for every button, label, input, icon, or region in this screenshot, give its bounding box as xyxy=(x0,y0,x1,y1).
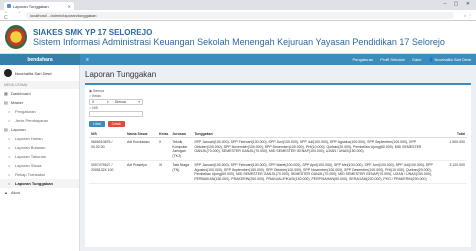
nav-link-pengaturan[interactable]: Pengaturan xyxy=(353,57,374,62)
sidebar-item-label: Rekap Transaksi xyxy=(15,172,45,177)
table-row: 0007475527 / 20051324 100 Adi Prasetyo XI T… xyxy=(89,160,467,184)
sidebar-menu-header: MENU UTAMA xyxy=(0,81,79,89)
menu-icon: ▤ xyxy=(4,100,8,105)
system-name: Sistem Informasi Administrasi Keuangan S… xyxy=(33,36,445,47)
report-box: ◉ Semua ○ Kelas X ▾ Semua ▾ ○ NIS Lihat … xyxy=(85,83,471,247)
sidebar-item-laporan-tunggakan[interactable]: ○ Laporan Tunggakan xyxy=(0,179,79,188)
menu-icon: ▦ xyxy=(4,91,8,96)
cell-kelas: X xyxy=(157,137,171,161)
kelas-select[interactable]: X ▾ Semua ▾ xyxy=(89,99,143,105)
sidebar-item-label: Laporan Tunggakan xyxy=(15,181,53,186)
sidebar-item-label: Laporan Bulanan xyxy=(15,145,46,150)
sidebar-item-rekap-transaksi[interactable]: ○ Rekap Transaksi xyxy=(0,170,79,179)
browser-tab[interactable]: Laporan Tunggakan ✕ xyxy=(4,2,74,10)
tab-title: Laporan Tunggakan xyxy=(13,3,49,9)
school-name: SIAKES SMK YP 17 SELOREJO xyxy=(33,27,153,37)
sidebar-item-jenis-pembayaran[interactable]: ○ Jenis Pembayaran xyxy=(0,116,79,125)
kelas-label-text: Kelas xyxy=(92,94,101,98)
sidebar-item-master[interactable]: ▤ Master xyxy=(0,98,79,107)
brand-label[interactable]: bendahara xyxy=(0,54,80,65)
cell-nama: Adi Kurniawan xyxy=(125,137,157,161)
circle-icon: ○ xyxy=(8,145,11,150)
sidebar-item-label: Laporan Siswa xyxy=(15,163,42,168)
show-button[interactable]: Lihat xyxy=(89,121,105,127)
cell-nama: Adi Prasetyo xyxy=(125,160,157,184)
nis-label: ○ NIS xyxy=(89,106,98,110)
sidebar-item-pengaturan[interactable]: ○ Pengaturan xyxy=(0,107,79,116)
sidebar: Noorhalita Sari Dewi MENU UTAMA ▦ Dashboa… xyxy=(0,65,80,251)
avatar xyxy=(4,69,12,77)
circle-icon: ○ xyxy=(8,163,11,168)
menu-icon: ▤ xyxy=(4,127,8,132)
sidebar-item-label: Dashboard xyxy=(11,91,31,96)
cell-total: 3.120.000 xyxy=(441,160,467,184)
nav-link-profil-sekolah[interactable]: Profil Sekolah xyxy=(380,57,405,62)
sidebar-item-label: Pengaturan xyxy=(15,109,36,114)
table-row: 0606010876 / 00.00.00 Adi Kurniawan X Tekni… xyxy=(89,137,467,161)
nav-user-menu[interactable]: 👤 Noorhalita Sari Dewi xyxy=(428,57,471,62)
kelas-label: ○ Kelas xyxy=(89,94,101,98)
arrears-table: NIS Nama Siswa Kelas Jurusan Tunggakan T… xyxy=(89,131,467,184)
circle-icon: ○ xyxy=(8,109,11,114)
nav-link-gakri[interactable]: Gakri xyxy=(412,57,422,62)
cell-tunggakan: SPP Januari(100.000), SPP Februari(100.0… xyxy=(192,137,441,161)
sidebar-user-name: Noorhalita Sari Dewi xyxy=(15,70,52,76)
nis-label-text: NIS xyxy=(92,106,98,110)
sidebar-item-label: Akun xyxy=(11,190,21,195)
sidebar-item-laporan[interactable]: ▤ Laporan xyxy=(0,125,79,134)
window-controls[interactable]: – ▢ ✕ xyxy=(444,1,473,7)
favicon-icon xyxy=(7,4,11,8)
top-navbar: bendahara ≡ Pengaturan Profil Sekolah Ga… xyxy=(0,54,476,65)
address-bar[interactable]: localhost/.../admin/laporan/tunggakan xyxy=(26,11,454,19)
sidebar-item-laporan-siswa[interactable]: ○ Laporan Siswa xyxy=(0,161,79,170)
menu-toggle-icon[interactable]: ≡ xyxy=(86,57,89,63)
cell-nis: 0606010876 / 00.00.00 xyxy=(89,137,125,161)
nis-input[interactable] xyxy=(89,111,143,117)
chevron-down-icon: ▾ xyxy=(106,100,109,104)
kelas-value: X xyxy=(92,100,95,104)
sidebar-user: Noorhalita Sari Dewi xyxy=(0,69,79,81)
sidebar-item-laporan-harian[interactable]: ○ Laporan Harian xyxy=(0,134,79,143)
browser-menu-icons[interactable]: ☆ ⋮ xyxy=(454,13,472,18)
circle-icon: ○ xyxy=(8,136,11,141)
jurusan-value: Semua xyxy=(114,100,126,104)
sidebar-item-label: Master xyxy=(11,100,24,105)
print-button[interactable]: Cetak xyxy=(107,121,125,127)
circle-icon: ○ xyxy=(8,154,11,159)
sidebar-item-akun[interactable]: ▲ Akun xyxy=(0,188,79,197)
chevron-down-icon: ▾ xyxy=(138,100,140,104)
nav-buttons[interactable]: ← → C xyxy=(4,9,26,21)
menu-icon: ▲ xyxy=(4,190,8,195)
sidebar-item-laporan-tahunan[interactable]: ○ Laporan Tahunan xyxy=(0,152,79,161)
circle-icon: ○ xyxy=(8,172,11,177)
browser-tab-strip: Laporan Tunggakan ✕ – ▢ ✕ xyxy=(0,0,476,10)
circle-icon: ○ xyxy=(8,181,11,186)
sidebar-item-label: Laporan xyxy=(11,127,26,132)
cell-total: 1.500.000 xyxy=(441,137,467,161)
cell-kelas: XI xyxy=(157,160,171,184)
sidebar-item-label: Laporan Tahunan xyxy=(15,154,47,159)
page-title: Laporan Tunggakan xyxy=(85,70,157,79)
close-tab-icon[interactable]: ✕ xyxy=(68,4,71,9)
browser-toolbar: ← → C localhost/.../admin/laporan/tungga… xyxy=(0,9,476,21)
school-logo xyxy=(5,25,27,49)
nav-user-name: Noorhalita Sari Dewi xyxy=(434,57,471,62)
sidebar-item-label: Jenis Pembayaran xyxy=(15,118,49,123)
cell-nis: 0007475527 / 20051324 100 xyxy=(89,160,125,184)
circle-icon: ○ xyxy=(8,118,11,123)
cell-jurusan: Tata Niaga (TN) xyxy=(170,160,193,184)
sidebar-item-laporan-bulanan[interactable]: ○ Laporan Bulanan xyxy=(0,143,79,152)
filter-radio-semua[interactable]: ◉ Semua xyxy=(89,89,467,93)
main-content: Laporan Tunggakan ◉ Semua ○ Kelas X ▾ Se… xyxy=(80,65,476,251)
cell-jurusan: Teknik Komputer Jaringan (TKJ) xyxy=(170,137,193,161)
filter-label: Semua xyxy=(93,89,105,93)
site-banner: SIAKES SMK YP 17 SELOREJO Sistem Informa… xyxy=(0,21,476,54)
sidebar-item-dashboard[interactable]: ▦ Dashboard xyxy=(0,89,79,98)
cell-tunggakan: SPP Januari(100.000), SPP Februari(100.0… xyxy=(192,160,441,184)
sidebar-item-label: Laporan Harian xyxy=(15,136,43,141)
